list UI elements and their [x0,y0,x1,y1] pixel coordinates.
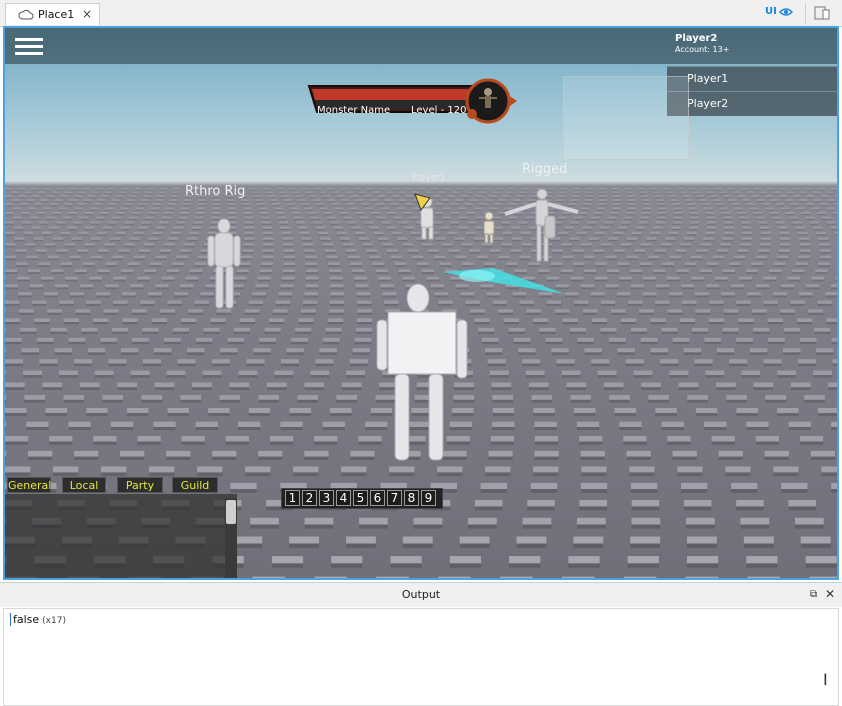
device-emulator-icon [814,6,830,20]
ui-toggle-label: UI [765,6,777,17]
cyan-beam-effect [443,268,565,294]
rigged-character [504,188,579,262]
output-line: false (x17) [10,613,66,626]
float-window-icon[interactable]: ⧉ [810,589,817,600]
chat-tab-label: Party [125,479,155,492]
eye-icon [779,8,793,16]
hotbar-slot-number: 3 [322,491,331,505]
rthro-rig-character [207,218,241,309]
hotbar: 1 2 3 4 5 6 7 8 9 [281,488,443,509]
hotbar-slot-number: 8 [407,491,416,505]
tab-title: Place1 [38,8,75,21]
output-title: Output [401,588,441,601]
tab-close-button[interactable]: × [82,7,92,21]
hotbar-slot-number: 9 [424,491,433,505]
hotbar-slot-number: 5 [356,491,365,505]
hotbar-slot[interactable]: 9 [421,490,436,506]
chat-scrollbar-thumb[interactable] [226,500,236,524]
hotbar-slot-number: 4 [339,491,348,505]
chat-tab-label: Guild [180,479,210,492]
hotbar-slot[interactable]: 1 [285,490,300,506]
output-close-button[interactable]: ✕ [825,587,835,601]
hotbar-slot[interactable]: 7 [387,490,402,506]
chat-tab-label: Local [69,479,99,492]
hotbar-slot[interactable]: 2 [302,490,317,506]
text-cursor-icon: I [823,670,828,689]
chat-tab-guild[interactable]: Guild [172,477,218,493]
small-rig-character [483,211,495,244]
hotbar-slot[interactable]: 8 [404,490,419,506]
chat-tab-label: General [8,479,52,492]
chat-tab-party[interactable]: Party [117,477,163,493]
chat-tab-bar: General Local Party Guild [5,477,245,495]
output-log[interactable]: false (x17) [3,608,839,706]
tab-place1[interactable]: Place1 × [5,3,100,25]
studio-tab-bar: Place1 × UI [0,0,842,27]
player1-character [414,193,434,240]
hotbar-slot[interactable]: 4 [336,490,351,506]
device-emulator-button[interactable] [805,3,836,23]
hotbar-slot-number: 6 [373,491,382,505]
cloud-icon [18,9,34,20]
hotbar-slot[interactable]: 5 [353,490,368,506]
hotbar-slot-number: 7 [390,491,399,505]
hotbar-slot[interactable]: 3 [319,490,334,506]
chat-log[interactable] [5,494,237,578]
player2-character [376,283,468,461]
chat-tab-local[interactable]: Local [62,477,106,493]
hotbar-slot-number: 2 [305,491,314,505]
hotbar-slot[interactable]: 6 [370,490,385,506]
chat-tab-general[interactable]: General [7,477,51,493]
game-viewport[interactable]: Player2 Account: 13+ Player1 Player2 Mon… [3,26,839,580]
hotbar-slot-number: 1 [288,491,297,505]
output-panel-header: Output ⧉ ✕ [0,582,842,607]
output-line-text: false [13,613,40,626]
output-line-count: (x17) [42,616,66,626]
